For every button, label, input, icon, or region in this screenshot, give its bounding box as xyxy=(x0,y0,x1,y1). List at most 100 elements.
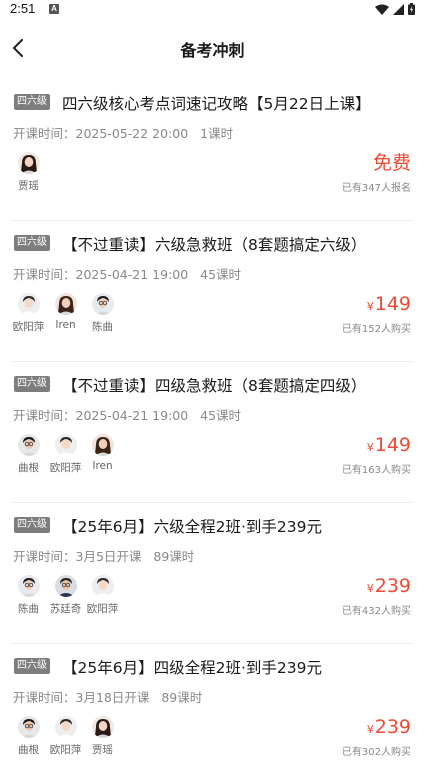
category-tag: 四六级 xyxy=(14,517,50,533)
course-meta: 开课时间：3月18日开课 89课时 xyxy=(13,687,202,706)
lesson-count: 1课时 xyxy=(200,126,234,141)
price: ¥239 xyxy=(342,575,411,600)
price-box: ¥149 已有152人购买 xyxy=(342,293,411,335)
wifi-icon xyxy=(375,4,389,15)
course-card[interactable]: 四六级 【25年6月】六级全程2班·到手239元 开课时间：3月5日开课 89课时… xyxy=(12,503,413,644)
course-card[interactable]: 四六级 【25年6月】四级全程2班·到手239元 开课时间：3月18日开课 89课… xyxy=(12,644,413,761)
avatar xyxy=(17,293,40,315)
teacher[interactable]: 陈曲 xyxy=(86,293,119,334)
teacher[interactable]: 欧阳萍 xyxy=(86,575,119,616)
price: ¥149 xyxy=(342,293,411,318)
teacher-name: 曲根 xyxy=(18,744,39,756)
notification-icon: A xyxy=(49,4,59,14)
teacher-name: 曲根 xyxy=(18,462,39,474)
enroll-count: 已有152人购买 xyxy=(341,324,411,335)
teacher-name: Iren xyxy=(92,460,113,472)
teacher[interactable]: 贾瑶 xyxy=(12,152,45,193)
course-title: 四六级核心考点词速记攻略【5月22日上课】 xyxy=(62,95,371,113)
teacher-list: 欧阳萍 Iren 陈曲 xyxy=(12,293,123,334)
price-amount: 239 xyxy=(374,716,411,738)
avatar xyxy=(17,152,40,174)
teacher-name: 贾瑶 xyxy=(92,744,113,756)
teacher[interactable]: 曲根 xyxy=(12,434,45,475)
course-meta: 开课时间：2025-04-21 19:00 45课时 xyxy=(13,405,241,424)
status-time: 2:51 xyxy=(10,1,36,16)
course-meta: 开课时间：2025-04-21 19:00 45课时 xyxy=(13,264,241,283)
start-time: 开课时间：3月18日开课 xyxy=(13,690,150,705)
price: ¥149 xyxy=(342,434,411,459)
lesson-count: 89课时 xyxy=(161,690,203,705)
enroll-count: 已有432人购买 xyxy=(341,606,411,617)
teacher-name: 欧阳萍 xyxy=(12,321,45,333)
teacher-name: Iren xyxy=(55,319,76,331)
status-bar: 2:51 A xyxy=(0,0,425,20)
teacher-list: 陈曲 苏廷奇 欧阳萍 xyxy=(12,575,123,616)
lesson-count: 89课时 xyxy=(153,549,195,564)
avatar xyxy=(54,434,77,456)
start-time: 开课时间：2025-04-21 19:00 xyxy=(13,408,189,423)
teacher-name: 陈曲 xyxy=(18,603,39,615)
teacher-name: 欧阳萍 xyxy=(49,462,82,474)
category-tag: 四六级 xyxy=(14,235,50,251)
avatar xyxy=(91,434,114,456)
currency-symbol: ¥ xyxy=(366,441,374,454)
price-amount: 149 xyxy=(374,434,411,456)
page-title: 备考冲刺 xyxy=(180,41,245,60)
avatar xyxy=(17,434,40,456)
teacher[interactable]: 欧阳萍 xyxy=(49,716,82,757)
lesson-count: 45课时 xyxy=(200,267,242,282)
price-box: ¥149 已有163人购买 xyxy=(342,434,411,476)
course-card[interactable]: 四六级 【不过重读】四级急救班（8套题搞定四级） 开课时间：2025-04-21… xyxy=(12,362,413,503)
avatar xyxy=(91,293,114,315)
category-tag: 四六级 xyxy=(14,94,50,110)
teacher[interactable]: 陈曲 xyxy=(12,575,45,616)
teacher[interactable]: 苏廷奇 xyxy=(49,575,82,616)
price-amount: 免费 xyxy=(372,152,411,174)
teacher-list: 贾瑶 xyxy=(12,152,49,193)
category-tag: 四六级 xyxy=(14,658,50,674)
battery-icon xyxy=(408,3,415,15)
course-card[interactable]: 四六级 四六级核心考点词速记攻略【5月22日上课】 开课时间：2025-05-2… xyxy=(12,80,413,221)
course-title: 【不过重读】四级急救班（8套题搞定四级） xyxy=(62,377,367,395)
price: 免费 xyxy=(342,152,411,177)
course-meta: 开课时间：3月5日开课 89课时 xyxy=(13,546,194,565)
enroll-count: 已有302人购买 xyxy=(341,747,411,758)
teacher[interactable]: 曲根 xyxy=(12,716,45,757)
start-time: 开课时间：2025-05-22 20:00 xyxy=(13,126,189,141)
avatar xyxy=(17,575,40,597)
teacher-name: 陈曲 xyxy=(92,321,113,333)
teacher-list: 曲根 欧阳萍 Iren xyxy=(12,434,123,475)
teacher[interactable]: Iren xyxy=(86,434,119,475)
teacher[interactable]: Iren xyxy=(49,293,82,334)
teacher[interactable]: 贾瑶 xyxy=(86,716,119,757)
status-icons xyxy=(375,3,415,15)
category-tag: 四六级 xyxy=(14,376,50,392)
teacher-name: 苏廷奇 xyxy=(49,603,82,615)
currency-symbol: ¥ xyxy=(366,300,374,313)
price-amount: 149 xyxy=(374,293,411,315)
price-box: ¥239 已有432人购买 xyxy=(342,575,411,617)
avatar xyxy=(54,716,77,738)
teacher-name: 欧阳萍 xyxy=(49,744,82,756)
course-title: 【25年6月】六级全程2班·到手239元 xyxy=(62,518,322,536)
teacher-name: 欧阳萍 xyxy=(86,603,119,615)
course-meta: 开课时间：2025-05-22 20:00 1课时 xyxy=(13,123,233,142)
currency-symbol: ¥ xyxy=(366,582,374,595)
course-card[interactable]: 四六级 【不过重读】六级急救班（8套题搞定六级） 开课时间：2025-04-21… xyxy=(12,221,413,362)
price: ¥239 xyxy=(342,716,411,741)
price-box: ¥239 已有302人购买 xyxy=(342,716,411,758)
teacher-list: 曲根 欧阳萍 贾瑶 xyxy=(12,716,123,757)
avatar xyxy=(17,716,40,738)
course-title: 【不过重读】六级急救班（8套题搞定六级） xyxy=(62,236,367,254)
price-amount: 239 xyxy=(374,575,411,597)
avatar xyxy=(91,575,114,597)
currency-symbol: ¥ xyxy=(366,723,374,736)
teacher[interactable]: 欧阳萍 xyxy=(12,293,45,334)
nav-bar: 备考冲刺 xyxy=(0,28,425,68)
teacher-name: 贾瑶 xyxy=(18,180,39,192)
start-time: 开课时间：2025-04-21 19:00 xyxy=(13,267,189,282)
course-title: 【25年6月】四级全程2班·到手239元 xyxy=(62,659,322,677)
teacher[interactable]: 欧阳萍 xyxy=(49,434,82,475)
avatar xyxy=(54,575,77,597)
lesson-count: 45课时 xyxy=(200,408,242,423)
